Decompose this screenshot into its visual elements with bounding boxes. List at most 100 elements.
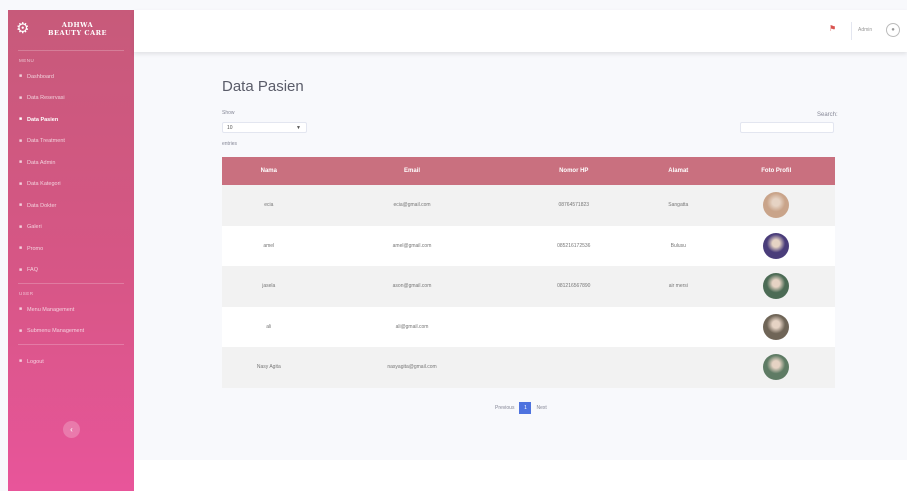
entries-label: entries <box>222 141 238 147</box>
table-row: ali ali@gmail.com <box>222 306 835 347</box>
sidebar-divider <box>18 344 124 345</box>
image-icon: ■ <box>18 223 23 230</box>
question-icon: ■ <box>18 266 23 273</box>
sidebar-item-label: Dashboard <box>27 73 54 80</box>
avatar-icon[interactable]: ● <box>886 23 900 37</box>
sidebar-item-faq[interactable]: ■ FAQ <box>8 260 134 282</box>
doctor-icon: ■ <box>18 202 23 209</box>
sidebar-item-data-dokter[interactable]: ■ Data Dokter <box>8 195 134 217</box>
column-header-nama[interactable]: Nama <box>222 157 316 185</box>
profile-photo <box>763 232 790 259</box>
profile-photo <box>763 313 790 340</box>
sidebar-item-data-treatment[interactable]: ■ Data Treatment <box>8 131 134 153</box>
cell-alamat: Bulusu <box>639 225 718 266</box>
cell-nama: ali <box>222 306 316 347</box>
sidebar-item-label: FAQ <box>27 267 39 274</box>
sidebar-item-galeri[interactable]: ■ Galeri <box>8 217 134 239</box>
tag-icon: ■ <box>18 180 23 187</box>
sidebar-item-dashboard[interactable]: ■ Dashboard <box>8 66 134 88</box>
sidebar-item-data-pasien[interactable]: ■ Data Pasien <box>8 109 134 131</box>
sidebar-item-data-admin[interactable]: ■ Data Admin <box>8 152 134 174</box>
sidebar-item-label: Data Reservasi <box>27 95 65 102</box>
sidebar-toggle-button[interactable]: ‹ <box>63 421 80 438</box>
table-row: jasela ason@gmail.com 081216567890 air m… <box>222 266 835 307</box>
topbar: ⚑ Admin ● <box>134 10 907 52</box>
sidebar-item-submenu-management[interactable]: ■ Submenu Management <box>8 321 134 343</box>
table-row: ecia ecia@gmail.com 08764571823 Sangatta <box>222 185 835 226</box>
sidebar-divider <box>18 283 124 284</box>
cell-nama: amel <box>222 225 316 266</box>
sidebar-item-label: Data Admin <box>27 159 56 166</box>
sidebar-item-data-reservasi[interactable]: ■ Data Reservasi <box>8 88 134 110</box>
sidebar-item-label: Data Treatment <box>27 138 65 145</box>
sidebar-heading-user: USER <box>19 291 34 296</box>
cell-alamat <box>639 347 718 388</box>
dashboard-icon: ■ <box>18 73 23 80</box>
sidebar-item-label: Promo <box>27 245 44 252</box>
cell-alamat: air mersi <box>639 266 718 307</box>
page-title: Data Pasien <box>222 78 304 95</box>
sidebar-divider <box>18 50 124 51</box>
show-label: Show <box>222 110 235 116</box>
calendar-icon: ■ <box>18 94 23 101</box>
sidebar: ⚙ ADHWA BEAUTY CARE MENU ■ Dashboard ■ D… <box>8 10 134 491</box>
sidebar-item-label: Galeri <box>27 224 42 231</box>
sidebar-item-menu-management[interactable]: ■ Menu Management <box>8 299 134 321</box>
cell-nomor-hp: 085216172536 <box>508 225 640 266</box>
column-header-foto-profil[interactable]: Foto Profil <box>717 157 835 185</box>
cell-nama: jasela <box>222 266 316 307</box>
cell-email: nasyagita@gmail.com <box>315 347 509 388</box>
entries-select-value: 10 <box>227 125 233 131</box>
profile-photo <box>763 192 790 219</box>
gear-icon: ⚙ <box>16 20 30 37</box>
sidebar-item-logout[interactable]: ■ Logout <box>8 351 134 373</box>
cell-nomor-hp <box>508 306 640 347</box>
chevron-left-icon: ‹ <box>70 425 73 434</box>
column-header-alamat[interactable]: Alamat <box>639 157 718 185</box>
column-header-email[interactable]: Email <box>315 157 509 185</box>
user-name[interactable]: Admin <box>858 27 872 33</box>
logout-icon: ■ <box>18 358 23 365</box>
footer <box>134 460 907 491</box>
cell-alamat: Sangatta <box>639 185 718 226</box>
sidebar-item-label: Menu Management <box>27 306 75 313</box>
sidebar-item-label: Data Pasien <box>27 116 59 123</box>
sidebar-item-data-kategori[interactable]: ■ Data Kategori <box>8 174 134 196</box>
pagination-previous[interactable]: Previous <box>490 405 519 411</box>
submenu-icon: ■ <box>18 327 23 334</box>
table-row: Nasy Agita nasyagita@gmail.com <box>222 347 835 388</box>
list-icon: ■ <box>18 137 23 144</box>
cell-email: amel@gmail.com <box>315 225 509 266</box>
chevron-down-icon: ▼ <box>296 125 301 131</box>
percent-icon: ■ <box>18 245 23 252</box>
brand[interactable]: ⚙ ADHWA BEAUTY CARE <box>8 10 134 48</box>
column-header-nomor-hp[interactable]: Nomor HP <box>508 157 640 185</box>
profile-photo <box>763 273 790 300</box>
user-icon: ■ <box>18 159 23 166</box>
cell-nama: ecia <box>222 185 316 226</box>
cell-email: ason@gmail.com <box>315 266 509 307</box>
entries-select[interactable]: 10 ▼ <box>222 122 307 133</box>
cell-nomor-hp: 08764571823 <box>508 185 640 226</box>
search-input[interactable] <box>740 122 834 133</box>
table-header-row: Nama Email Nomor HP Alamat Foto Profil <box>222 157 835 185</box>
search-label: Search: <box>817 112 838 118</box>
pagination-next[interactable]: Next <box>531 405 551 411</box>
patients-table: Nama Email Nomor HP Alamat Foto Profil e… <box>222 157 835 388</box>
pagination-page-1[interactable]: 1 <box>519 402 532 414</box>
bell-icon[interactable]: ⚑ <box>829 24 836 33</box>
brand-line1: ADHWA <box>61 21 94 29</box>
profile-photo <box>763 354 790 381</box>
sidebar-item-label: Data Kategori <box>27 181 61 188</box>
sidebar-item-promo[interactable]: ■ Promo <box>8 238 134 260</box>
brand-line2: BEAUTY CARE <box>48 29 107 37</box>
sidebar-item-label: Data Dokter <box>27 202 57 209</box>
cell-nama: Nasy Agita <box>222 347 316 388</box>
users-icon: ■ <box>18 116 23 123</box>
cell-alamat <box>639 306 718 347</box>
sidebar-item-label: Submenu Management <box>27 328 85 335</box>
cell-email: ali@gmail.com <box>315 306 509 347</box>
sidebar-heading-menu: MENU <box>19 58 35 63</box>
table-row: amel amel@gmail.com 085216172536 Bulusu <box>222 225 835 266</box>
topbar-divider <box>851 22 852 40</box>
